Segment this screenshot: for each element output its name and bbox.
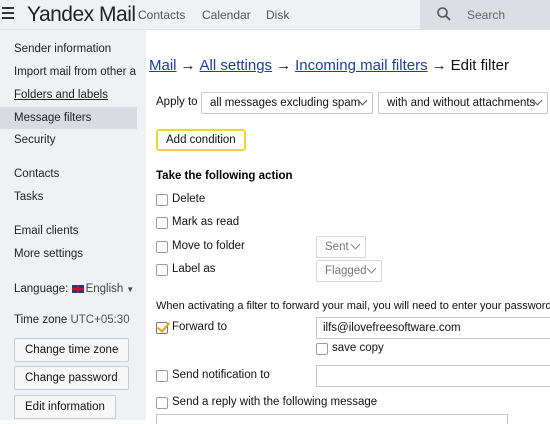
sidebar-item-label: Sender information xyxy=(14,43,112,55)
sidebar-item-tasks[interactable]: Tasks xyxy=(0,186,137,208)
send-reply-checkbox[interactable] xyxy=(156,397,168,409)
sidebar-item-label: Security xyxy=(14,134,56,146)
sidebar-item-label: Contacts xyxy=(14,168,60,180)
settings-sidebar: Sender information Import mail from othe… xyxy=(0,30,146,420)
top-bar: Yandex Mail Contacts Calendar Disk Searc… xyxy=(0,0,550,30)
language-setting: Language: English ▼ xyxy=(14,283,134,295)
forward-to-label: Forward to xyxy=(172,321,227,333)
label-as-checkbox[interactable] xyxy=(156,264,168,276)
forward-password-note: When activating a filter to forward your… xyxy=(156,300,550,312)
apply-to-value: all messages excluding spam xyxy=(210,97,361,109)
delete-label: Delete xyxy=(172,193,206,205)
breadcrumb-arrow: → xyxy=(180,57,196,74)
move-to-folder-label: Move to folder xyxy=(172,240,245,252)
nav-disk[interactable]: Disk xyxy=(266,8,289,22)
actions-section-title: Take the following action xyxy=(156,170,293,182)
search-input[interactable]: Search xyxy=(467,8,505,22)
mark-as-read-checkbox[interactable] xyxy=(156,217,168,229)
sidebar-item-label: Import mail from other a xyxy=(14,66,137,78)
reply-message-field[interactable] xyxy=(156,414,508,424)
breadcrumb-arrow: → xyxy=(276,57,292,74)
attachments-value: with and without attachments xyxy=(387,97,536,109)
chevron-down-icon xyxy=(366,263,377,274)
uk-flag-icon xyxy=(71,284,84,293)
language-label: Language: xyxy=(14,283,69,295)
folder-select[interactable]: Sent xyxy=(316,236,366,258)
send-notification-checkbox[interactable] xyxy=(156,370,168,382)
sidebar-item-label: More settings xyxy=(14,248,84,260)
timezone-setting: Time zone UTC+05:30 xyxy=(14,314,130,326)
breadcrumb-mail-link[interactable]: Mail xyxy=(149,57,177,74)
apply-to-label: Apply to xyxy=(156,96,198,108)
sidebar-item-sender-info[interactable]: Sender information xyxy=(0,38,137,60)
sidebar-item-label: Folders and labels xyxy=(14,89,108,101)
nav-contacts[interactable]: Contacts xyxy=(138,8,185,22)
label-value: Flagged xyxy=(325,265,367,277)
sidebar-item-label: Message filters xyxy=(14,112,92,124)
sidebar-item-security[interactable]: Security xyxy=(0,129,137,151)
nav-calendar[interactable]: Calendar xyxy=(202,8,251,22)
breadcrumb-arrow: → xyxy=(431,57,447,74)
page-title: Edit filter xyxy=(450,57,509,74)
sidebar-item-label: Tasks xyxy=(14,191,44,203)
sidebar-item-more-settings[interactable]: More settings xyxy=(0,243,137,265)
language-selector[interactable]: English ▼ xyxy=(71,283,135,295)
notification-email-field[interactable] xyxy=(316,365,550,387)
sidebar-item-label: Email clients xyxy=(14,225,79,237)
attachments-select[interactable]: with and without attachments xyxy=(378,92,548,114)
apply-to-select[interactable]: all messages excluding spam xyxy=(201,92,373,114)
add-condition-button[interactable]: Add condition xyxy=(156,129,246,151)
timezone-value: UTC+05:30 xyxy=(70,314,130,326)
mark-as-read-label: Mark as read xyxy=(172,216,240,228)
change-time-zone-button[interactable]: Change time zone xyxy=(14,338,130,362)
change-password-button[interactable]: Change password xyxy=(14,366,129,390)
move-to-folder-checkbox[interactable] xyxy=(156,241,168,253)
label-select[interactable]: Flagged xyxy=(316,260,382,282)
forward-to-checkbox[interactable] xyxy=(156,322,168,334)
chevron-down-icon xyxy=(350,239,361,250)
logo-brand: Yandex xyxy=(27,3,94,26)
delete-checkbox[interactable] xyxy=(156,194,168,206)
search-box[interactable]: Search xyxy=(420,0,550,30)
sidebar-item-email-clients[interactable]: Email clients xyxy=(0,220,137,242)
edit-information-button[interactable]: Edit information xyxy=(14,395,116,419)
save-copy-label: save copy xyxy=(332,342,384,354)
sidebar-item-folders-labels[interactable]: Folders and labels xyxy=(0,84,137,106)
timezone-label: Time zone xyxy=(14,314,68,326)
breadcrumb-all-settings-link[interactable]: All settings xyxy=(200,57,273,74)
label-as-label: Label as xyxy=(172,263,216,275)
breadcrumb: Mail → All settings → Incoming mail filters →… xyxy=(149,57,509,74)
app-logo[interactable]: Yandex Mail xyxy=(27,3,136,27)
send-notification-label: Send notification to xyxy=(172,369,270,381)
save-copy-checkbox[interactable] xyxy=(316,343,328,355)
search-icon xyxy=(437,7,451,21)
logo-product: Mail xyxy=(99,3,136,26)
sidebar-item-import-mail[interactable]: Import mail from other a xyxy=(0,61,137,83)
sidebar-item-message-filters[interactable]: Message filters xyxy=(0,107,137,129)
caret-down-icon: ▼ xyxy=(126,285,135,294)
sidebar-item-contacts[interactable]: Contacts xyxy=(0,163,137,185)
send-reply-label: Send a reply with the following message xyxy=(172,396,378,408)
folder-value: Sent xyxy=(325,241,349,253)
forward-to-email-field[interactable]: ilfs@ilovefreesoftware.com xyxy=(316,317,550,339)
language-value: English xyxy=(85,283,124,295)
breadcrumb-incoming-filters-link[interactable]: Incoming mail filters xyxy=(295,57,428,74)
menu-icon[interactable] xyxy=(2,7,14,21)
